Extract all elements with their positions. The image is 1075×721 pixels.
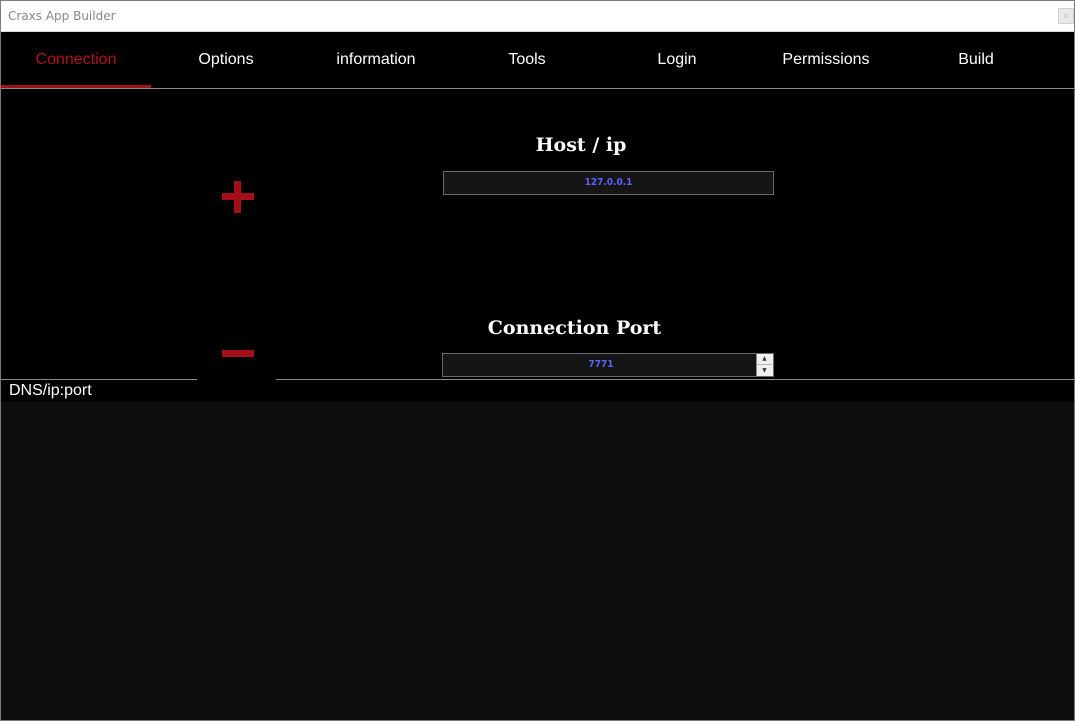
app-window: Craxs App Builder x Connection Options i… xyxy=(0,0,1075,721)
spin-up-icon[interactable]: ▲ xyxy=(757,354,772,365)
plus-icon-bar-vertical xyxy=(234,181,241,213)
dns-group: DNS/ip:port xyxy=(1,379,1074,720)
port-value[interactable]: 7771 xyxy=(443,354,759,376)
tab-login[interactable]: Login xyxy=(602,32,752,88)
plus-icon[interactable] xyxy=(222,181,254,213)
tab-options[interactable]: Options xyxy=(151,32,301,88)
dns-label: DNS/ip:port xyxy=(9,382,92,399)
connection-panel: Host / ip 127.0.0.1 Connection Port 7771… xyxy=(1,89,1074,379)
tab-bar: Connection Options information Tools Log… xyxy=(1,32,1074,89)
tab-build[interactable]: Build xyxy=(901,32,1051,88)
minus-icon[interactable] xyxy=(222,350,254,357)
tab-tools[interactable]: Tools xyxy=(452,32,602,88)
port-stepper[interactable]: 7771 ▲ ▼ xyxy=(442,353,774,377)
port-spinner: ▲ ▼ xyxy=(756,354,773,376)
tab-information[interactable]: information xyxy=(301,32,451,88)
close-button[interactable]: x xyxy=(1058,8,1074,24)
port-label: Connection Port xyxy=(487,317,662,339)
tab-connection[interactable]: Connection xyxy=(1,32,151,88)
host-label: Host / ip xyxy=(535,134,627,156)
host-input[interactable]: 127.0.0.1 xyxy=(443,171,774,195)
tab-permissions[interactable]: Permissions xyxy=(751,32,901,88)
title-bar: Craxs App Builder x xyxy=(1,1,1074,32)
dns-list[interactable] xyxy=(1,402,1074,720)
spin-down-icon[interactable]: ▼ xyxy=(757,365,772,376)
window-title: Craxs App Builder xyxy=(8,9,116,23)
dns-header: DNS/ip:port xyxy=(1,380,1074,402)
